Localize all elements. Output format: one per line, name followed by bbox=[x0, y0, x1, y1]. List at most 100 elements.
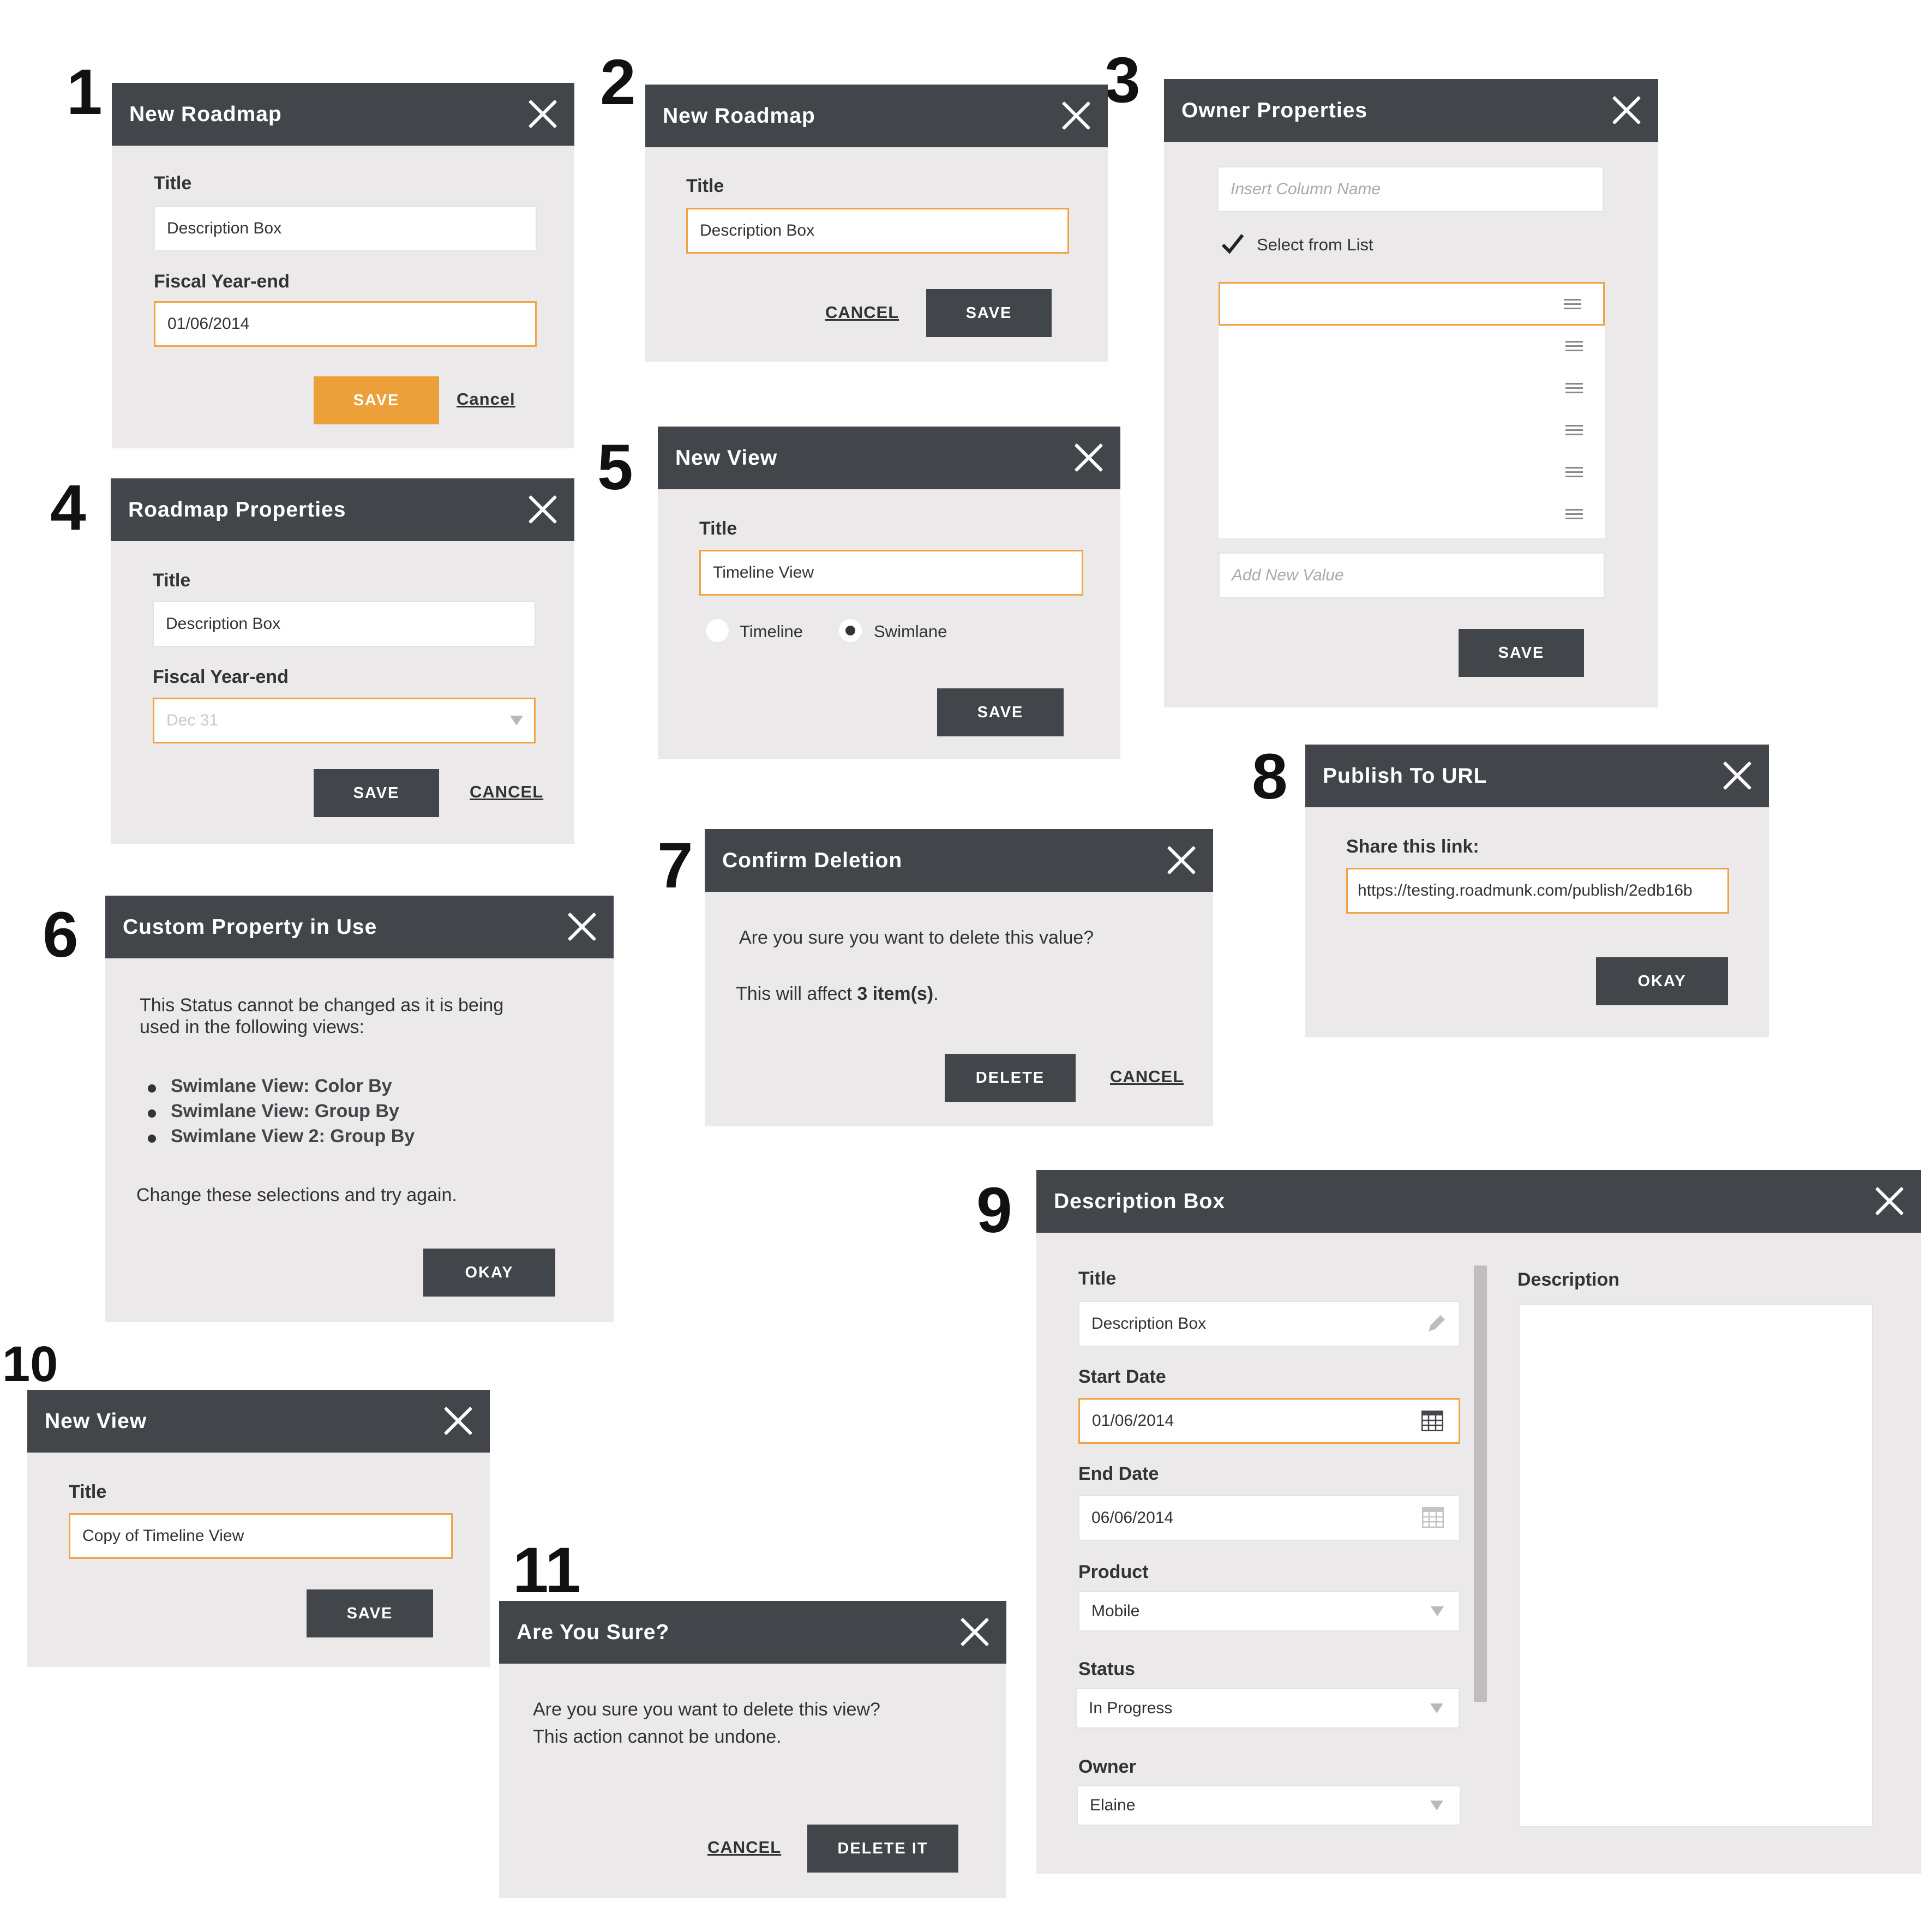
title-label: Title bbox=[1078, 1268, 1117, 1289]
cancel-link[interactable]: CANCEL bbox=[707, 1838, 781, 1857]
value-row[interactable] bbox=[1219, 410, 1605, 453]
dialog-header: Publish To URL bbox=[1305, 745, 1769, 807]
dialog-description-box: Description Box Title Description Box St… bbox=[1036, 1170, 1921, 1874]
close-icon[interactable] bbox=[1722, 760, 1753, 791]
cancel-link[interactable]: CANCEL bbox=[825, 303, 899, 322]
value-row[interactable] bbox=[1219, 494, 1605, 536]
drag-handle-icon[interactable] bbox=[1565, 383, 1583, 394]
dialog-title: Custom Property in Use bbox=[123, 915, 377, 939]
chevron-down-icon bbox=[510, 716, 523, 725]
cancel-link[interactable]: CANCEL bbox=[470, 782, 543, 802]
swimlane-radio[interactable] bbox=[839, 619, 862, 642]
end-date-input[interactable]: 06/06/2014 bbox=[1078, 1495, 1460, 1541]
title-input[interactable]: Description Box bbox=[1078, 1301, 1460, 1347]
fiscal-year-label: Fiscal Year-end bbox=[153, 667, 289, 687]
save-button[interactable]: SAVE bbox=[937, 688, 1064, 736]
delete-button[interactable]: DELETE bbox=[945, 1054, 1076, 1102]
close-icon[interactable] bbox=[1073, 442, 1104, 473]
save-button[interactable]: SAVE bbox=[314, 376, 439, 424]
message-line-2: This action cannot be undone. bbox=[533, 1726, 782, 1747]
share-url-input[interactable]: https://testing.roadmunk.com/publish/2ed… bbox=[1346, 868, 1729, 914]
drag-handle-icon[interactable] bbox=[1565, 467, 1583, 478]
close-icon[interactable] bbox=[1166, 845, 1197, 875]
pencil-icon[interactable] bbox=[1425, 1313, 1447, 1335]
dialog-new-roadmap-1: New Roadmap Title Description Box Fiscal… bbox=[112, 83, 574, 448]
start-date-input[interactable]: 01/06/2014 bbox=[1078, 1398, 1460, 1444]
message-line-2: used in the following views: bbox=[140, 1017, 365, 1037]
chevron-down-icon bbox=[1430, 1703, 1443, 1713]
close-icon[interactable] bbox=[959, 1617, 990, 1647]
value-row[interactable] bbox=[1219, 368, 1605, 411]
dialog-title: New View bbox=[675, 446, 778, 470]
close-icon[interactable] bbox=[1874, 1186, 1905, 1216]
save-button[interactable]: SAVE bbox=[314, 769, 439, 817]
title-input[interactable]: Description Box bbox=[154, 206, 537, 251]
dialog-title: Description Box bbox=[1054, 1190, 1226, 1213]
drag-handle-icon[interactable] bbox=[1565, 341, 1583, 352]
title-label: Title bbox=[154, 173, 192, 194]
add-new-value-placeholder: Add New Value bbox=[1232, 566, 1344, 584]
step-number-10: 10 bbox=[2, 1336, 58, 1392]
cancel-link[interactable]: Cancel bbox=[457, 389, 515, 409]
title-input[interactable]: Description Box bbox=[686, 208, 1069, 254]
column-name-placeholder: Insert Column Name bbox=[1231, 180, 1381, 198]
dialog-header: Roadmap Properties bbox=[111, 478, 574, 541]
value-row[interactable] bbox=[1219, 326, 1605, 369]
title-input[interactable]: Description Box bbox=[153, 601, 536, 647]
drag-handle-icon[interactable] bbox=[1565, 425, 1583, 436]
chevron-down-icon bbox=[1430, 1801, 1443, 1810]
affect-count: 3 item(s) bbox=[857, 983, 934, 1004]
column-name-input[interactable]: Insert Column Name bbox=[1217, 166, 1604, 212]
status-select[interactable]: In Progress bbox=[1076, 1688, 1460, 1729]
okay-button[interactable]: OKAY bbox=[1596, 957, 1728, 1005]
dialog-title: Roadmap Properties bbox=[128, 498, 346, 521]
fiscal-year-input[interactable]: 01/06/2014 bbox=[154, 301, 537, 347]
close-icon[interactable] bbox=[567, 911, 597, 942]
title-input[interactable]: Copy of Timeline View bbox=[69, 1513, 453, 1559]
swimlane-radio-label: Swimlane bbox=[874, 622, 947, 641]
close-icon[interactable] bbox=[527, 99, 558, 129]
bullet bbox=[148, 1084, 156, 1093]
footer-message: Change these selections and try again. bbox=[136, 1185, 457, 1205]
radio-selected-dot bbox=[845, 626, 855, 635]
fiscal-year-select[interactable]: Dec 31 bbox=[153, 698, 536, 743]
value-row[interactable] bbox=[1219, 452, 1605, 495]
drag-handle-icon[interactable] bbox=[1564, 299, 1581, 310]
cancel-link[interactable]: CANCEL bbox=[1110, 1067, 1184, 1087]
select-from-list-checkbox[interactable] bbox=[1221, 232, 1245, 256]
owner-select[interactable]: Elaine bbox=[1077, 1785, 1461, 1826]
step-number-5: 5 bbox=[597, 431, 633, 503]
save-button[interactable]: SAVE bbox=[926, 289, 1052, 337]
save-button[interactable]: SAVE bbox=[1459, 629, 1584, 677]
step-number-9: 9 bbox=[976, 1174, 1012, 1246]
step-number-2: 2 bbox=[600, 46, 636, 118]
dialog-new-view: New View Title Timeline View Timeline Sw… bbox=[658, 427, 1120, 759]
add-new-value-input[interactable]: Add New Value bbox=[1219, 553, 1605, 598]
close-icon[interactable] bbox=[527, 494, 558, 525]
timeline-radio[interactable] bbox=[706, 619, 729, 642]
calendar-icon[interactable] bbox=[1421, 1411, 1443, 1431]
value-row[interactable] bbox=[1219, 282, 1605, 326]
drag-handle-icon[interactable] bbox=[1565, 509, 1583, 520]
close-icon[interactable] bbox=[443, 1406, 473, 1436]
close-icon[interactable] bbox=[1061, 100, 1091, 131]
dialog-publish-to-url: Publish To URL Share this link: https://… bbox=[1305, 745, 1769, 1037]
okay-button[interactable]: OKAY bbox=[423, 1249, 555, 1297]
title-label: Title bbox=[699, 518, 737, 539]
calendar-icon[interactable] bbox=[1422, 1507, 1444, 1528]
dialog-header: Custom Property in Use bbox=[105, 896, 614, 958]
title-input[interactable]: Timeline View bbox=[699, 550, 1083, 596]
dialog-custom-property-in-use: Custom Property in Use This Status canno… bbox=[105, 896, 614, 1322]
list-item: Swimlane View: Color By bbox=[148, 1076, 415, 1101]
description-textarea[interactable] bbox=[1519, 1304, 1873, 1827]
delete-it-button[interactable]: DELETE IT bbox=[807, 1825, 958, 1873]
close-icon[interactable] bbox=[1611, 95, 1642, 125]
status-label: Status bbox=[1078, 1659, 1135, 1679]
dialog-header: New View bbox=[27, 1390, 490, 1453]
product-select[interactable]: Mobile bbox=[1078, 1591, 1460, 1631]
fiscal-year-value: Dec 31 bbox=[166, 711, 219, 729]
save-button[interactable]: SAVE bbox=[307, 1589, 433, 1637]
scrollbar[interactable] bbox=[1474, 1265, 1487, 1702]
product-label: Product bbox=[1078, 1562, 1149, 1582]
start-date-label: Start Date bbox=[1078, 1366, 1166, 1387]
